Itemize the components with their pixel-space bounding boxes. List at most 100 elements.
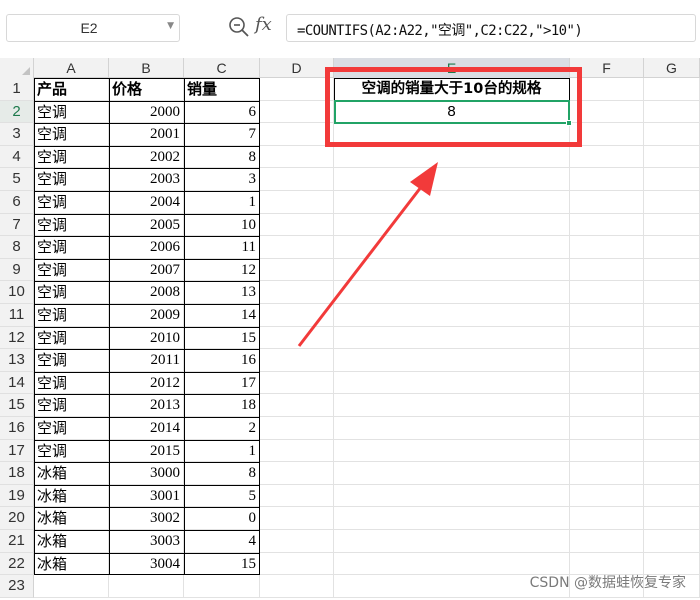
- cell-g5[interactable]: [644, 168, 700, 191]
- cell-g8[interactable]: [644, 236, 700, 259]
- cell-c3[interactable]: 7: [184, 123, 260, 146]
- cell-e10[interactable]: [334, 281, 570, 304]
- cell-b2[interactable]: 2000: [109, 100, 184, 124]
- zoom-icon[interactable]: [228, 16, 250, 38]
- cell-c14[interactable]: 17: [184, 371, 260, 395]
- cell-d20[interactable]: [260, 507, 334, 530]
- cell-a19[interactable]: 冰箱: [34, 484, 109, 508]
- cell-c7[interactable]: 10: [184, 213, 260, 237]
- cell-d22[interactable]: [260, 552, 334, 576]
- cell-g7[interactable]: [644, 213, 700, 237]
- cell-g12[interactable]: [644, 326, 700, 350]
- column-header-f[interactable]: F: [570, 58, 644, 78]
- cell-c2[interactable]: 6: [184, 100, 260, 124]
- cell-e19[interactable]: [334, 484, 570, 508]
- cell-b8[interactable]: 2006: [109, 236, 184, 259]
- cell-a21[interactable]: 冰箱: [34, 530, 109, 553]
- cell-e7[interactable]: [334, 213, 570, 237]
- cell-f2[interactable]: [570, 100, 644, 124]
- cell-f21[interactable]: [570, 530, 644, 553]
- cell-a1[interactable]: 产品: [34, 78, 109, 101]
- cell-d7[interactable]: [260, 213, 334, 237]
- cell-a11[interactable]: 空调: [34, 304, 109, 327]
- cell-a7[interactable]: 空调: [34, 213, 109, 237]
- cell-c17[interactable]: 1: [184, 439, 260, 463]
- row-header[interactable]: 7: [0, 213, 34, 237]
- cell-b4[interactable]: 2002: [109, 145, 184, 169]
- cell-a12[interactable]: 空调: [34, 326, 109, 350]
- cell-g15[interactable]: [644, 394, 700, 417]
- cell-d5[interactable]: [260, 168, 334, 191]
- cell-c20[interactable]: 0: [184, 507, 260, 530]
- cell-e11[interactable]: [334, 304, 570, 327]
- cell-d6[interactable]: [260, 191, 334, 214]
- cell-b10[interactable]: 2008: [109, 281, 184, 304]
- cell-d1[interactable]: [260, 78, 334, 101]
- cell-d8[interactable]: [260, 236, 334, 259]
- cell-c15[interactable]: 18: [184, 394, 260, 417]
- row-header[interactable]: 18: [0, 462, 34, 485]
- cell-f6[interactable]: [570, 191, 644, 214]
- cell-f13[interactable]: [570, 349, 644, 372]
- cell-f18[interactable]: [570, 462, 644, 485]
- row-header[interactable]: 1: [0, 78, 34, 101]
- cell-c23[interactable]: [184, 575, 260, 598]
- row-header[interactable]: 4: [0, 145, 34, 169]
- cell-g17[interactable]: [644, 439, 700, 463]
- cell-f16[interactable]: [570, 417, 644, 440]
- cell-a6[interactable]: 空调: [34, 191, 109, 214]
- cell-c6[interactable]: 1: [184, 191, 260, 214]
- cell-b9[interactable]: 2007: [109, 258, 184, 282]
- cell-d9[interactable]: [260, 258, 334, 282]
- column-header-b[interactable]: B: [109, 58, 184, 78]
- row-header[interactable]: 15: [0, 394, 34, 417]
- cell-c18[interactable]: 8: [184, 462, 260, 485]
- cell-c22[interactable]: 15: [184, 552, 260, 576]
- row-header[interactable]: 3: [0, 123, 34, 146]
- cell-e3[interactable]: [334, 123, 570, 146]
- column-header-g[interactable]: G: [644, 58, 700, 78]
- cell-d2[interactable]: [260, 100, 334, 124]
- cell-f11[interactable]: [570, 304, 644, 327]
- cell-d23[interactable]: [260, 575, 334, 598]
- cell-b14[interactable]: 2012: [109, 371, 184, 395]
- cell-c21[interactable]: 4: [184, 530, 260, 553]
- select-all-corner[interactable]: [0, 58, 34, 78]
- cell-e15[interactable]: [334, 394, 570, 417]
- cell-d12[interactable]: [260, 326, 334, 350]
- row-header[interactable]: 20: [0, 507, 34, 530]
- cell-d14[interactable]: [260, 371, 334, 395]
- cell-b13[interactable]: 2011: [109, 349, 184, 372]
- cell-c9[interactable]: 12: [184, 258, 260, 282]
- row-header[interactable]: 10: [0, 281, 34, 304]
- cell-c5[interactable]: 3: [184, 168, 260, 191]
- cell-e12[interactable]: [334, 326, 570, 350]
- cell-a22[interactable]: 冰箱: [34, 552, 109, 576]
- cell-c1[interactable]: 销量: [184, 78, 260, 101]
- cell-b17[interactable]: 2015: [109, 439, 184, 463]
- fx-icon[interactable]: fx: [255, 14, 272, 35]
- cell-a15[interactable]: 空调: [34, 394, 109, 417]
- cell-g2[interactable]: [644, 100, 700, 124]
- row-header[interactable]: 23: [0, 575, 34, 598]
- cell-e21[interactable]: [334, 530, 570, 553]
- cell-e5[interactable]: [334, 168, 570, 191]
- cell-b22[interactable]: 3004: [109, 552, 184, 576]
- cell-c4[interactable]: 8: [184, 145, 260, 169]
- cell-b16[interactable]: 2014: [109, 417, 184, 440]
- cell-f14[interactable]: [570, 371, 644, 395]
- cell-c8[interactable]: 11: [184, 236, 260, 259]
- cell-g9[interactable]: [644, 258, 700, 282]
- cell-f3[interactable]: [570, 123, 644, 146]
- formula-input[interactable]: =COUNTIFS(A2:A22,"空调",C2:C22,">10"): [286, 14, 696, 42]
- cell-d10[interactable]: [260, 281, 334, 304]
- cell-d18[interactable]: [260, 462, 334, 485]
- cell-e4[interactable]: [334, 145, 570, 169]
- cell-a16[interactable]: 空调: [34, 417, 109, 440]
- cell-d16[interactable]: [260, 417, 334, 440]
- cell-e9[interactable]: [334, 258, 570, 282]
- column-header-c[interactable]: C: [184, 58, 260, 78]
- cell-e16[interactable]: [334, 417, 570, 440]
- cell-a13[interactable]: 空调: [34, 349, 109, 372]
- cell-g13[interactable]: [644, 349, 700, 372]
